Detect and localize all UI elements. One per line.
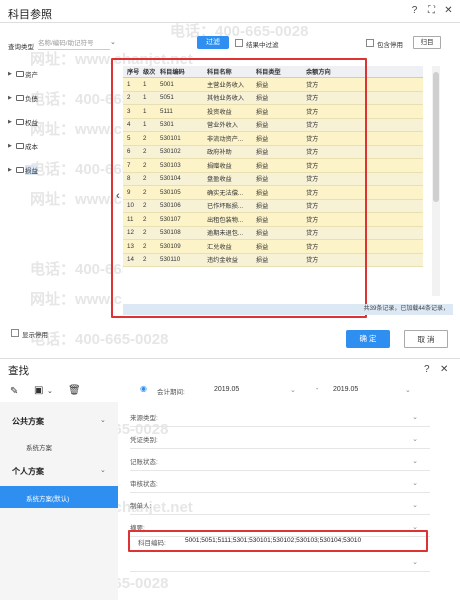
- find-title: 查找: [8, 365, 29, 377]
- tree-label: 负债: [25, 96, 38, 103]
- close-icon[interactable]: ✕: [440, 364, 448, 375]
- chevron-down-icon[interactable]: ⌄: [110, 38, 116, 46]
- expand-icon[interactable]: ▶: [8, 71, 16, 77]
- period-to[interactable]: 2019.05: [333, 386, 358, 393]
- record-status: 共39条记录，已加载44条记录，: [123, 304, 453, 315]
- chevron-down-icon[interactable]: ⌄: [412, 558, 418, 566]
- source-type-row[interactable]: 来源类型: ⌄: [130, 407, 430, 427]
- show-stopped-label: 显示停用: [22, 332, 48, 339]
- cancel-button[interactable]: 取 消: [404, 330, 448, 348]
- posting-status-row[interactable]: 记账状态: ⌄: [130, 451, 430, 471]
- delete-icon[interactable]: 🗑: [68, 385, 81, 396]
- chevron-down-icon[interactable]: ⌄: [405, 386, 411, 394]
- tree-label: 损益: [25, 165, 38, 175]
- period-separator: -: [316, 386, 319, 393]
- header-divider: [0, 22, 460, 23]
- tree-item-equity[interactable]: ▶ 权益: [8, 116, 103, 128]
- search-input[interactable]: 名称/编码/助记符号: [38, 38, 110, 50]
- system-scheme-item[interactable]: 系统方案: [26, 442, 52, 452]
- tree-item-cost[interactable]: ▶ 成本: [8, 140, 103, 152]
- chevron-down-icon[interactable]: ⌄: [412, 435, 418, 443]
- show-stopped-checkbox[interactable]: [11, 329, 19, 339]
- personal-default-label: 系统方案(默认): [26, 496, 70, 503]
- panel-divider: [0, 358, 460, 359]
- tree-item-assets[interactable]: ▶ 资产: [8, 68, 103, 80]
- expand-icon[interactable]: ▶: [8, 143, 16, 149]
- filter-button[interactable]: 过滤: [197, 36, 229, 49]
- field-label: 凭证类别:: [130, 436, 158, 444]
- folder-icon: [16, 143, 24, 149]
- search-placeholder: 名称/编码/助记符号: [38, 40, 94, 47]
- chevron-down-icon[interactable]: ⌄: [412, 413, 418, 421]
- expand-icon[interactable]: ▶: [8, 95, 16, 101]
- tree-label: 资产: [25, 72, 38, 79]
- voucher-type-row[interactable]: 凭证类别: ⌄: [130, 429, 430, 449]
- search-type-label: 查询类型: [8, 44, 34, 51]
- save-icon[interactable]: ▣: [34, 385, 43, 396]
- filter-in-result-label: 结果中过滤: [246, 42, 279, 49]
- field-label: 审核状态:: [130, 480, 158, 488]
- grid-scrollbar-thumb[interactable]: [433, 72, 439, 202]
- chevron-down-icon[interactable]: ⌄: [100, 416, 106, 424]
- expand-icon[interactable]: ▶: [8, 167, 16, 173]
- personal-scheme-heading: 个人方案: [12, 467, 44, 476]
- folder-icon: [16, 71, 24, 77]
- maximize-icon[interactable]: ⛶: [426, 5, 437, 16]
- tree-label: 成本: [25, 144, 38, 151]
- account-tree: ▶ 资产 ▶ 负债 ▶ 权益 ▶ 成本 ▶ 损益: [8, 68, 103, 188]
- public-scheme-heading: 公共方案: [12, 417, 44, 426]
- chevron-down-icon[interactable]: ⌄: [412, 457, 418, 465]
- clear-button[interactable]: 归目: [413, 36, 441, 49]
- chevron-down-icon[interactable]: ⌄: [47, 387, 53, 395]
- dialog-title: 科目参照: [8, 9, 52, 21]
- chevron-down-icon[interactable]: ⌄: [412, 501, 418, 509]
- tree-item-liabilities[interactable]: ▶ 负债: [8, 92, 103, 104]
- chevron-down-icon[interactable]: ⌄: [100, 466, 106, 474]
- field-label: 记账状态:: [130, 458, 158, 466]
- close-icon[interactable]: ✕: [443, 5, 454, 16]
- folder-icon: [16, 119, 24, 125]
- chevron-down-icon[interactable]: ⌄: [290, 386, 296, 394]
- account-code-label: 科目编码:: [138, 540, 166, 547]
- ok-button[interactable]: 确 定: [346, 330, 390, 348]
- tree-label: 权益: [25, 120, 38, 127]
- tree-item-profit-loss[interactable]: ▶ 损益: [8, 164, 103, 176]
- field-label: 制单人:: [130, 502, 152, 510]
- watermark-phone: 电话：400-665-0028: [30, 331, 169, 348]
- help-icon[interactable]: ?: [409, 5, 420, 16]
- edit-icon[interactable]: ✎: [10, 386, 18, 397]
- folder-icon: [16, 95, 24, 101]
- include-disabled-checkbox[interactable]: [366, 39, 374, 49]
- folder-icon: [16, 167, 24, 173]
- preparer-row[interactable]: 制单人: ⌄: [130, 495, 430, 515]
- account-code-input[interactable]: 5001;5051;5111;5301;530101;530102;530103…: [185, 537, 423, 544]
- period-from[interactable]: 2019.05: [214, 386, 239, 393]
- period-label: 会计期间:: [157, 389, 185, 396]
- help-icon[interactable]: ?: [424, 364, 430, 375]
- expand-icon[interactable]: ▶: [8, 119, 16, 125]
- empty-filter-row[interactable]: ⌄: [130, 552, 430, 572]
- field-label: 来源类型:: [130, 414, 158, 422]
- filter-in-result-checkbox[interactable]: [235, 39, 243, 49]
- include-disabled-label: 包含停用: [377, 42, 403, 49]
- chevron-down-icon[interactable]: ⌄: [412, 479, 418, 487]
- audit-status-row[interactable]: 审核状态: ⌄: [130, 473, 430, 493]
- watermark-phone: 电话：400-665-0028: [170, 23, 309, 40]
- radio-icon[interactable]: ◉: [140, 384, 147, 393]
- grid-highlight-frame: [111, 58, 367, 318]
